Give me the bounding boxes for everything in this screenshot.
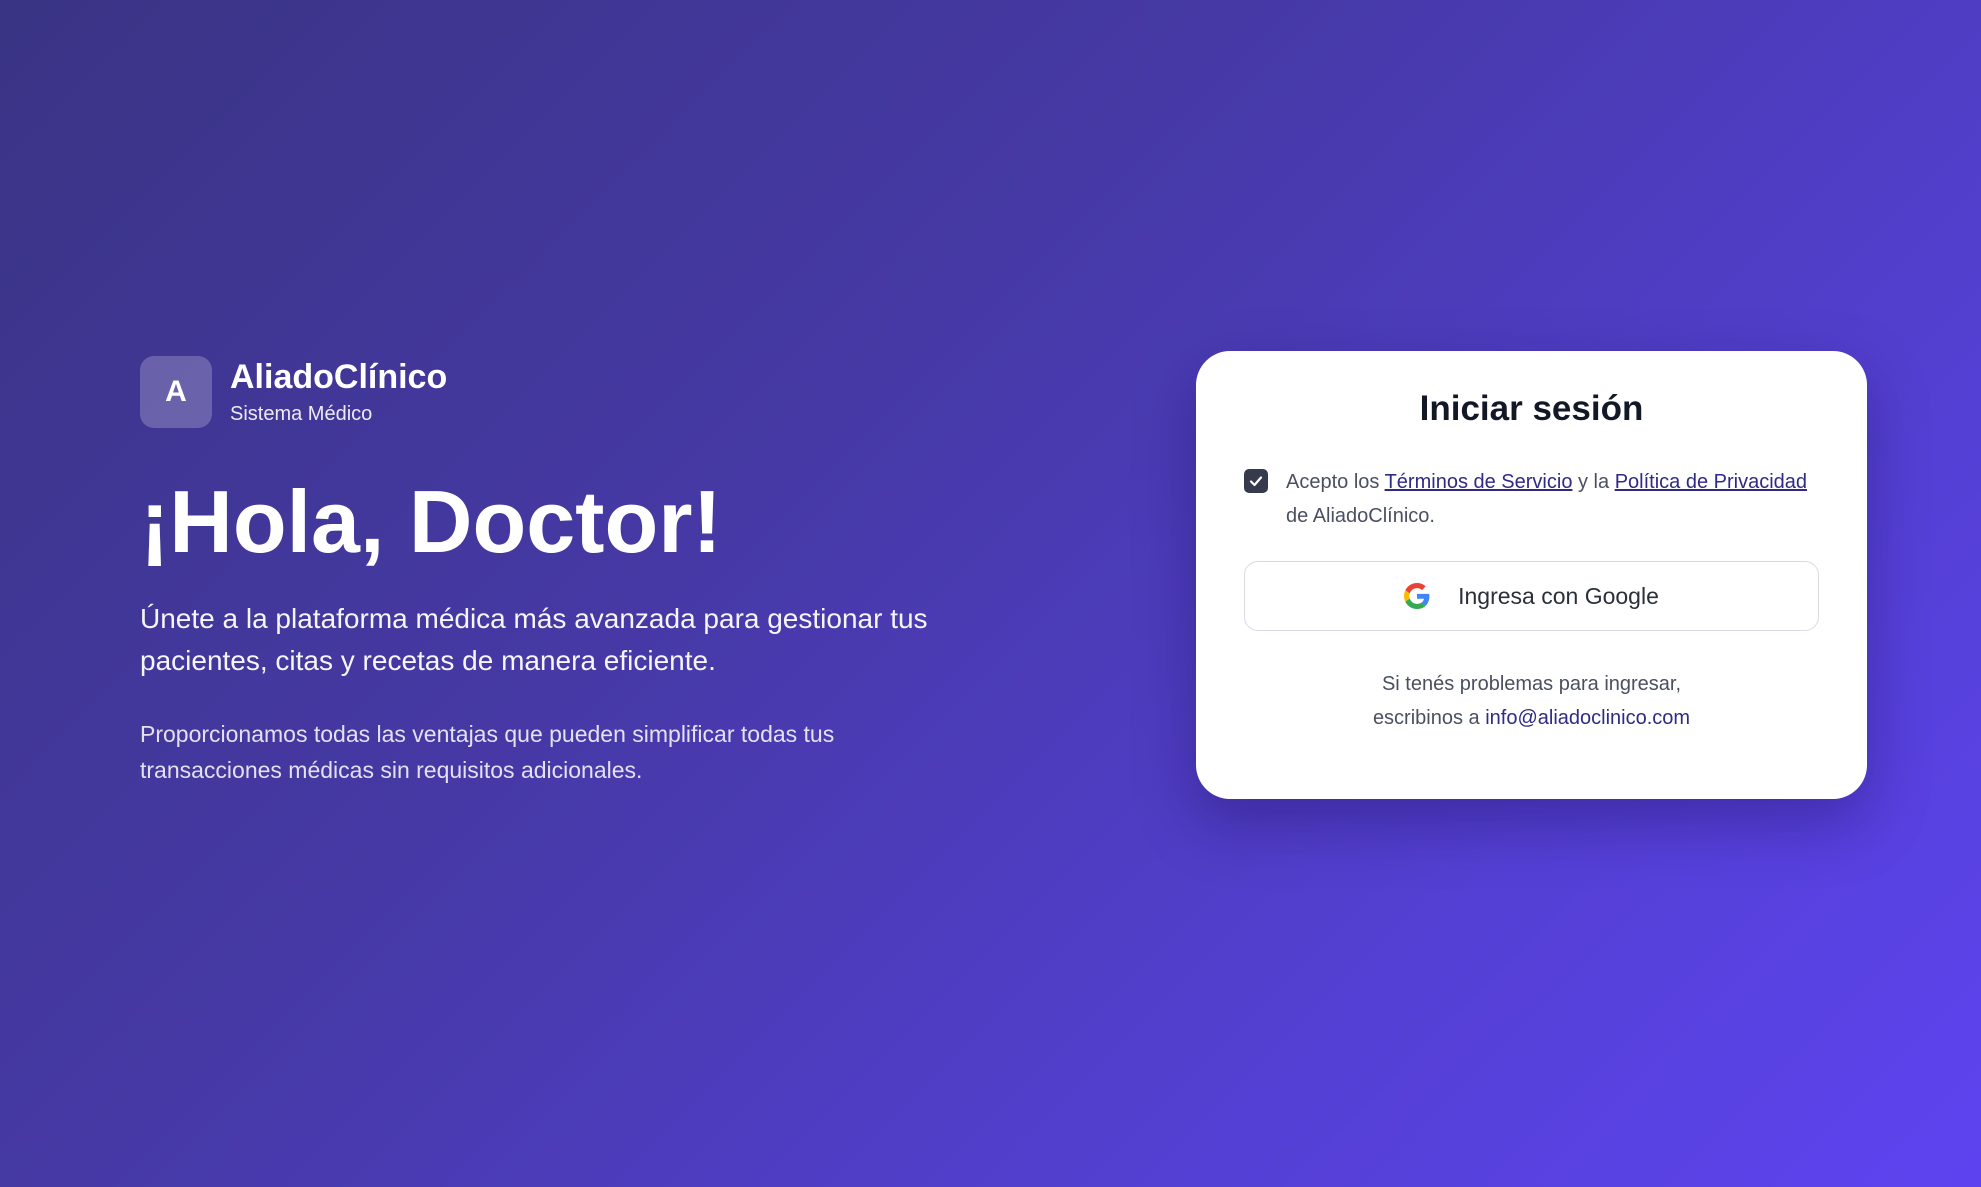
help-prefix: escribinos a — [1372, 707, 1480, 729]
help-line-2: escribinos a info@aliadoclinico.com — [1244, 701, 1819, 735]
terms-suffix: de AliadoClínico. — [1286, 505, 1435, 527]
brand: A AliadoClínico Sistema Médico — [140, 356, 960, 428]
terms-row: Acepto los Términos de Servicio y la Pol… — [1244, 465, 1819, 533]
help-text: Si tenés problemas para ingresar, escrib… — [1244, 667, 1819, 735]
login-card: Iniciar sesión Acepto los Términos de Se… — [1196, 351, 1867, 799]
hero-lead: Únete a la plataforma médica más avanzad… — [140, 603, 928, 676]
google-login-button[interactable]: Ingresa con Google — [1244, 561, 1819, 631]
terms-checkbox[interactable] — [1244, 469, 1268, 493]
brand-subtitle: Sistema Médico — [230, 403, 373, 425]
help-line-1: Si tenés problemas para ingresar, — [1381, 673, 1682, 695]
login-title: Iniciar sesión — [1419, 389, 1644, 428]
terms-middle: y la — [1578, 471, 1610, 493]
terms-text: Acepto los Términos de Servicio y la Pol… — [1286, 465, 1819, 533]
check-icon — [1249, 476, 1263, 487]
logo-icon: A — [140, 356, 212, 428]
help-email-link[interactable]: info@aliadoclinico.com — [1485, 707, 1690, 729]
terms-prefix: Acepto los — [1286, 471, 1380, 493]
brand-name: AliadoClínico — [230, 358, 448, 396]
privacy-policy-link[interactable]: Política de Privacidad — [1615, 471, 1807, 493]
terms-of-service-link[interactable]: Términos de Servicio — [1385, 471, 1573, 493]
hero-headline: ¡Hola, Doctor! — [140, 472, 722, 571]
google-button-label: Ingresa con Google — [1458, 582, 1659, 609]
brand-text: AliadoClínico Sistema Médico — [230, 357, 447, 427]
hero-section: A AliadoClínico Sistema Médico ¡Hola, Do… — [140, 356, 960, 788]
hero-description: Proporcionamos todas las ventajas que pu… — [140, 721, 835, 783]
google-g-icon — [1404, 583, 1430, 609]
